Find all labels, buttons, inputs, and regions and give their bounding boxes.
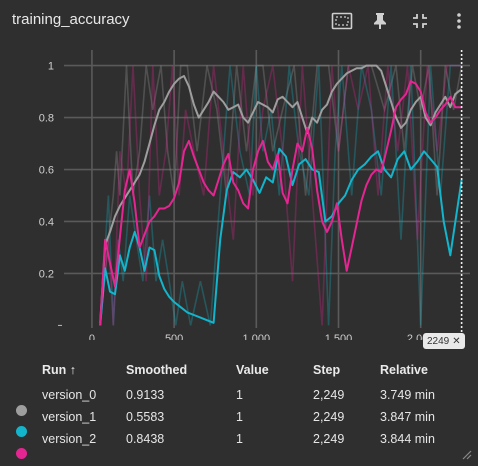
relative-time: 3.749 min <box>380 388 435 402</box>
column-step[interactable]: Step <box>313 363 340 377</box>
table-row: version_2 0.8438 1 2,249 3.844 min <box>0 429 478 459</box>
smoothed-value: 0.5583 <box>126 410 165 424</box>
run-name: version_0 <box>42 388 97 402</box>
card-title: training_accuracy <box>12 11 130 28</box>
y-tick-label: 0.6 <box>39 165 54 177</box>
raw-value: 1 <box>236 410 243 424</box>
resize-handle-icon[interactable] <box>460 448 472 460</box>
y-tick-label: 0.8 <box>39 113 54 125</box>
axis-ticks: 0 500 1,000 1,500 2,0000.20.40.60.81 <box>39 61 435 340</box>
smoothed-value: 0.9133 <box>126 388 165 402</box>
step-value: 2,249 <box>313 410 345 424</box>
column-relative[interactable]: Relative <box>380 363 428 377</box>
run-color-dot <box>16 448 27 459</box>
column-run[interactable]: Run ↑ <box>42 363 76 377</box>
more-vert-icon <box>457 13 461 29</box>
column-value[interactable]: Value <box>236 363 269 377</box>
table-row: version_0 0.9133 1 2,249 3.749 min <box>0 385 478 416</box>
x-tick-label: 500 <box>165 333 183 340</box>
y-tick-label: 0.4 <box>39 216 54 228</box>
fit-domain-button[interactable] <box>329 8 355 34</box>
more-button[interactable] <box>446 8 472 34</box>
relative-time: 3.847 min <box>380 410 435 424</box>
x-tick-label: 0 <box>89 333 95 340</box>
x-tick-label: 1,000 <box>243 333 271 340</box>
collapse-icon <box>413 14 427 28</box>
pin-button[interactable] <box>367 8 393 34</box>
hover-step-label: 2249 <box>427 335 450 347</box>
column-smoothed[interactable]: Smoothed <box>126 363 187 377</box>
step-value: 2,249 <box>313 388 345 402</box>
scalar-card: training_accuracy 0 500 1,000 1,500 2,000 0.2… <box>0 0 478 466</box>
raw-series-lines <box>99 64 463 326</box>
table-row: version_1 0.5583 1 2,249 3.847 min <box>0 407 478 437</box>
collapse-button[interactable] <box>407 8 433 34</box>
hover-step-badge[interactable]: 2249 ✕ <box>423 333 465 349</box>
run-name: version_1 <box>42 410 97 424</box>
relative-time: 3.844 min <box>380 432 435 446</box>
smoothed-value: 0.8438 <box>126 432 165 446</box>
table-header: Run ↑ Smoothed Value Step Relative <box>0 360 478 382</box>
step-value: 2,249 <box>313 432 345 446</box>
fit-to-data-icon <box>331 12 353 30</box>
pin-icon <box>374 13 386 29</box>
y-tick-label: 1 <box>48 61 54 73</box>
line-chart[interactable]: 0 500 1,000 1,500 2,0000.20.40.60.81 <box>0 40 478 340</box>
raw-value: 1 <box>236 432 243 446</box>
close-icon[interactable]: ✕ <box>452 336 460 347</box>
x-tick-label: 1,500 <box>325 333 353 340</box>
run-name: version_2 <box>42 432 97 446</box>
y-tick-label: 0.2 <box>39 268 54 280</box>
raw-line-version_2 <box>99 64 462 326</box>
raw-value: 1 <box>236 388 243 402</box>
